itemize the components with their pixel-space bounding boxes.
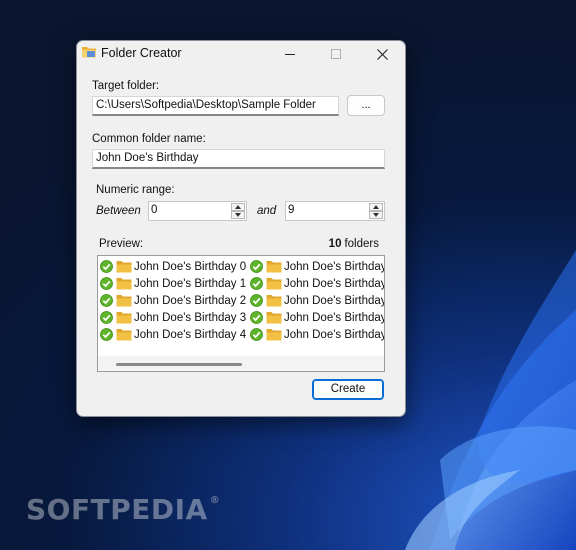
- close-icon: [376, 48, 388, 60]
- folder-icon: [116, 295, 132, 307]
- check-ok-icon: [100, 294, 113, 307]
- between-label: Between: [96, 205, 141, 217]
- window-title: Folder Creator: [101, 46, 182, 60]
- preview-list-item: John Doe's Birthday 4: [100, 326, 246, 343]
- common-folder-name-label: Common folder name:: [92, 133, 206, 145]
- folder-icon: [116, 329, 132, 341]
- app-folder-icon: [82, 47, 96, 58]
- preview-item-label: John Doe's Birthday 3: [134, 311, 247, 324]
- preview-item-label: John Doe's Birthday 4: [134, 328, 247, 341]
- preview-item-label: John Doe's Birthday 7: [284, 294, 385, 307]
- preview-list-item: John Doe's Birthday 3: [100, 309, 246, 326]
- minimize-icon: [285, 54, 295, 55]
- range-to-stepper[interactable]: 9: [285, 201, 385, 221]
- range-from-down-button[interactable]: [231, 211, 245, 219]
- check-ok-icon: [250, 328, 263, 341]
- preview-list-item: John Doe's Birthday 5: [250, 258, 385, 275]
- check-ok-icon: [100, 260, 113, 273]
- range-from-up-button[interactable]: [231, 203, 245, 211]
- preview-item-label: John Doe's Birthday 8: [284, 311, 385, 324]
- target-folder-input[interactable]: C:\Users\Softpedia\Desktop\Sample Folder: [92, 96, 339, 116]
- range-from-stepper[interactable]: 0: [148, 201, 247, 221]
- create-button[interactable]: Create: [312, 379, 384, 400]
- folder-icon: [116, 312, 132, 324]
- folder-icon: [116, 261, 132, 273]
- range-to-up-button[interactable]: [369, 203, 383, 211]
- check-ok-icon: [100, 277, 113, 290]
- folder-icon: [266, 278, 282, 290]
- range-to-down-button[interactable]: [369, 211, 383, 219]
- arrow-down-icon: [235, 213, 241, 217]
- preview-count-suffix: folders: [344, 238, 379, 250]
- preview-label: Preview:: [99, 238, 144, 250]
- preview-list-item: John Doe's Birthday 8: [250, 309, 385, 326]
- arrow-up-icon: [373, 205, 379, 209]
- preview-list-item: John Doe's Birthday 0: [100, 258, 246, 275]
- close-button[interactable]: [359, 41, 405, 67]
- preview-list[interactable]: John Doe's Birthday 0 John Doe's Birthday…: [97, 255, 385, 372]
- browse-button[interactable]: ...: [347, 95, 385, 116]
- preview-item-label: John Doe's Birthday 0: [134, 260, 247, 273]
- preview-list-item: John Doe's Birthday 2: [100, 292, 246, 309]
- range-from-value: 0: [151, 204, 158, 216]
- preview-item-label: John Doe's Birthday 1: [134, 277, 247, 290]
- horizontal-scrollbar[interactable]: [98, 356, 384, 371]
- folder-icon: [266, 329, 282, 341]
- common-folder-name-input[interactable]: John Doe's Birthday: [92, 149, 385, 169]
- preview-list-item: John Doe's Birthday 9: [250, 326, 385, 343]
- preview-item-label: John Doe's Birthday 9: [284, 328, 385, 341]
- check-ok-icon: [250, 260, 263, 273]
- preview-list-item: John Doe's Birthday 6: [250, 275, 385, 292]
- check-ok-icon: [250, 311, 263, 324]
- arrow-up-icon: [235, 205, 241, 209]
- folder-creator-window: Folder Creator Target folder: C:\Users\S…: [76, 40, 406, 417]
- preview-item-label: John Doe's Birthday 2: [134, 294, 247, 307]
- check-ok-icon: [250, 277, 263, 290]
- folder-icon: [116, 278, 132, 290]
- target-folder-label: Target folder:: [92, 80, 160, 92]
- folder-icon: [266, 261, 282, 273]
- arrow-down-icon: [373, 213, 379, 217]
- numeric-range-label: Numeric range:: [96, 184, 175, 196]
- folder-icon: [266, 295, 282, 307]
- range-to-value: 9: [288, 204, 295, 216]
- scrollbar-thumb[interactable]: [116, 363, 242, 366]
- preview-item-label: John Doe's Birthday 6: [284, 277, 385, 290]
- maximize-button[interactable]: [313, 41, 359, 67]
- check-ok-icon: [100, 311, 113, 324]
- preview-item-label: John Doe's Birthday 5: [284, 260, 385, 273]
- folder-icon: [266, 312, 282, 324]
- maximize-icon: [331, 49, 341, 59]
- preview-count-number: 10: [328, 238, 342, 250]
- minimize-button[interactable]: [267, 41, 313, 67]
- preview-list-item: John Doe's Birthday 7: [250, 292, 385, 309]
- title-bar[interactable]: Folder Creator: [77, 41, 405, 67]
- and-label: and: [257, 205, 277, 217]
- check-ok-icon: [250, 294, 263, 307]
- preview-list-item: John Doe's Birthday 1: [100, 275, 246, 292]
- preview-folder-count: 10 folders: [307, 238, 379, 250]
- softpedia-watermark: SOFTPEDIA ®: [26, 493, 221, 526]
- check-ok-icon: [100, 328, 113, 341]
